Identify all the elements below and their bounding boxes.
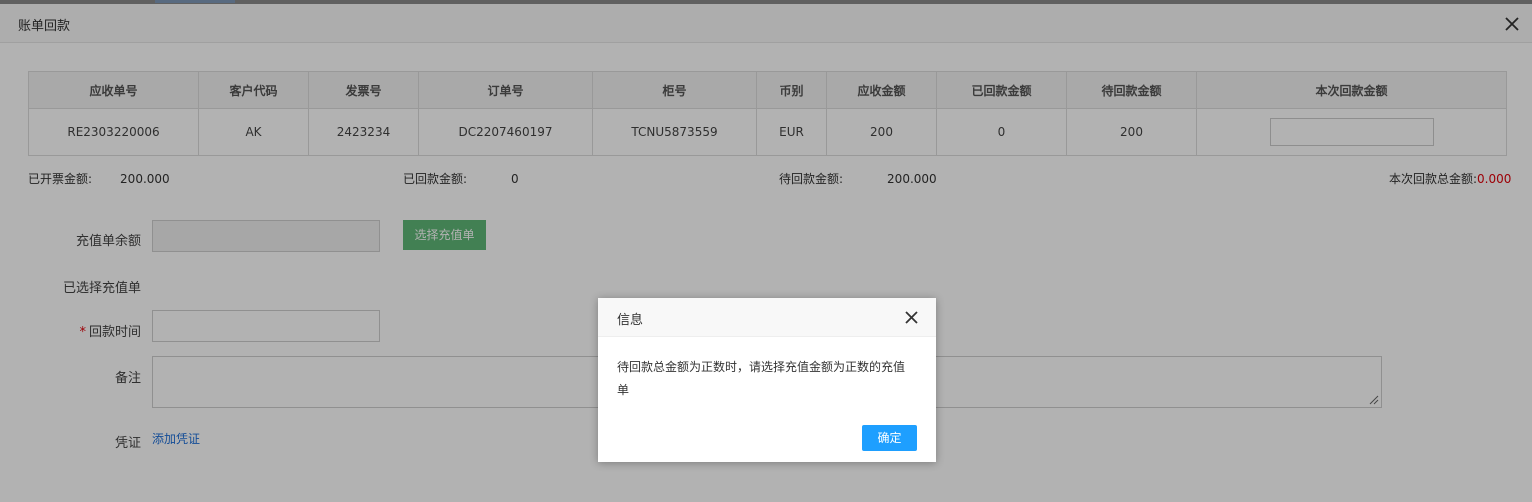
dialog-header: 信息 [598,298,936,337]
dialog-message: 待回款总金额为正数时，请选择充值金额为正数的充值单 [617,360,906,397]
dialog-close-icon[interactable] [904,310,919,325]
dialog-title: 信息 [617,313,644,328]
dialog-ok-button[interactable]: 确定 [862,425,917,451]
info-dialog: 信息 待回款总金额为正数时，请选择充值金额为正数的充值单 确定 [598,298,936,462]
